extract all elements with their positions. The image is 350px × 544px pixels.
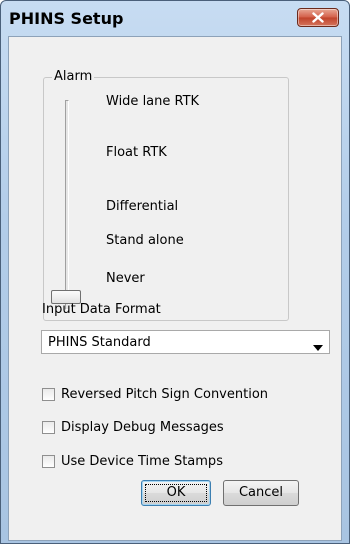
input-data-format-value: PHINS Standard	[48, 335, 151, 350]
cancel-button-label: Cancel	[238, 485, 284, 500]
title-bar[interactable]: PHINS Setup	[1, 1, 349, 35]
alarm-level-float-rtk: Float RTK	[106, 145, 167, 160]
use-device-time-stamps-checkbox[interactable]	[42, 455, 55, 468]
reversed-pitch-sign-label: Reversed Pitch Sign Convention	[61, 387, 269, 402]
alarm-level-never: Never	[106, 271, 145, 286]
dialog-body: Alarm Wide lane RTK Float RTK Differenti…	[8, 36, 342, 541]
input-data-format-label: Input Data Format	[42, 302, 161, 317]
use-device-time-stamps-label: Use Device Time Stamps	[61, 454, 223, 469]
focus-rectangle	[145, 484, 207, 502]
alarm-group-label: Alarm	[52, 69, 95, 84]
cancel-button[interactable]: Cancel	[223, 480, 299, 506]
alarm-level-stand-alone: Stand alone	[106, 233, 184, 248]
alarm-slider-track[interactable]	[65, 100, 69, 310]
window-title: PHINS Setup	[9, 9, 124, 28]
display-debug-messages-checkbox[interactable]	[42, 421, 55, 434]
reversed-pitch-sign-checkbox[interactable]	[42, 388, 55, 401]
phins-setup-dialog: PHINS Setup Alarm Wide lane RTK Float RT…	[0, 0, 350, 544]
input-data-format-select[interactable]: PHINS Standard	[41, 330, 330, 354]
ok-button[interactable]: OK	[141, 480, 211, 506]
display-debug-messages-label: Display Debug Messages	[61, 420, 224, 435]
close-button[interactable]	[297, 8, 339, 27]
alarm-level-wide-lane-rtk: Wide lane RTK	[106, 94, 200, 109]
alarm-level-differential: Differential	[106, 199, 179, 214]
alarm-group: Alarm Wide lane RTK Float RTK Differenti…	[43, 69, 289, 321]
dropdown-arrow-icon	[313, 340, 323, 355]
